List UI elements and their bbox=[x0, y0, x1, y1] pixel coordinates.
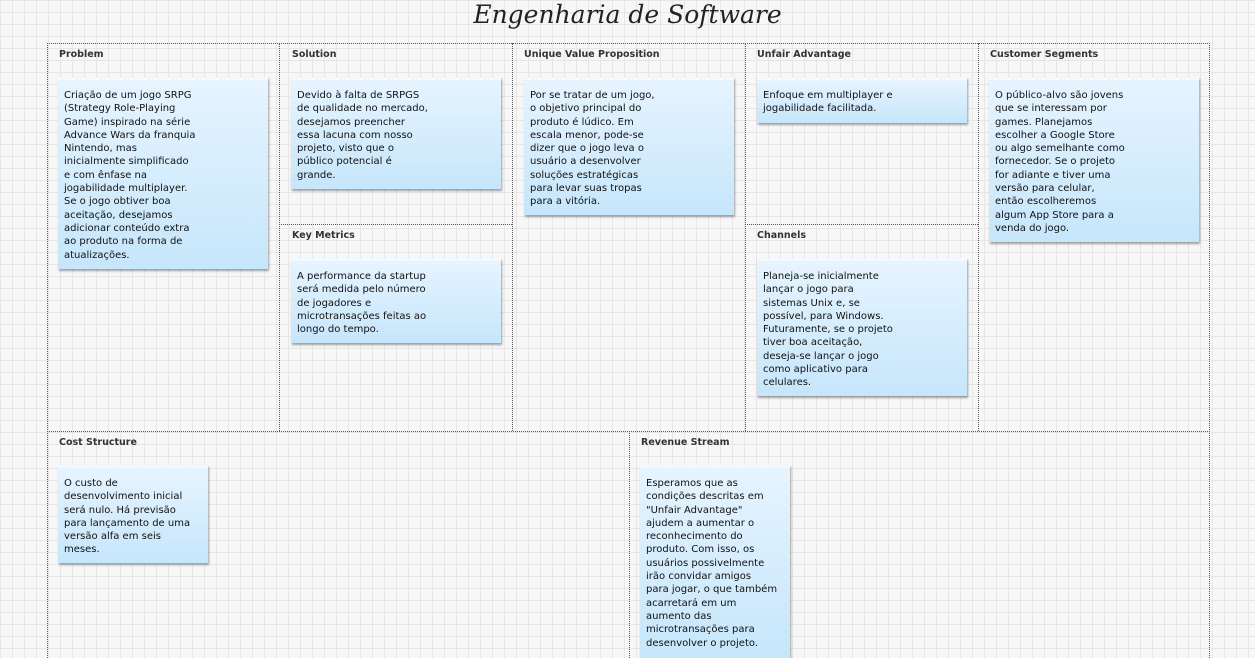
sticky-note-solution[interactable]: Devido à falta de SRPGS de qualidade no … bbox=[291, 77, 501, 189]
sticky-note-cost-structure[interactable]: O custo de desenvolvimento inicial será … bbox=[58, 465, 208, 563]
section-title-channels: Channels bbox=[757, 230, 807, 241]
sticky-note-channels[interactable]: Planeja-se inicialmente lançar o jogo pa… bbox=[757, 258, 967, 396]
divider-advantage-channels bbox=[745, 224, 978, 225]
section-title-solution: Solution bbox=[292, 49, 337, 60]
sticky-note-customer-segments[interactable]: O público-alvo são jovens que se interes… bbox=[989, 77, 1199, 242]
section-title-problem: Problem bbox=[59, 49, 104, 60]
divider-problem-solution bbox=[279, 43, 280, 431]
board-title: Engenharia de Software bbox=[473, 0, 782, 29]
divider-solution-metrics bbox=[279, 224, 512, 225]
section-title-key-metrics: Key Metrics bbox=[292, 230, 355, 241]
sticky-note-revenue-stream[interactable]: Esperamos que as condições descritas em … bbox=[640, 465, 790, 658]
sticky-note-key-metrics[interactable]: A performance da startup será medida pel… bbox=[291, 258, 501, 343]
section-title-unique-value-proposition: Unique Value Proposition bbox=[524, 49, 660, 60]
divider-advantage-segments bbox=[978, 43, 979, 431]
divider-cost-revenue bbox=[629, 431, 630, 658]
divider-uvp-advantage bbox=[745, 43, 746, 431]
section-title-revenue-stream: Revenue Stream bbox=[641, 437, 730, 448]
section-title-customer-segments: Customer Segments bbox=[990, 49, 1099, 60]
divider-solution-uvp bbox=[512, 43, 513, 431]
sticky-note-problem[interactable]: Criação de um jogo SRPG (Strategy Role-P… bbox=[58, 77, 268, 269]
section-title-unfair-advantage: Unfair Advantage bbox=[757, 49, 851, 60]
section-title-cost-structure: Cost Structure bbox=[59, 437, 137, 448]
sticky-note-unique-value-proposition[interactable]: Por se tratar de um jogo, o objetivo pri… bbox=[524, 77, 734, 215]
sticky-note-unfair-advantage[interactable]: Enfoque em multiplayer e jogabilidade fa… bbox=[757, 77, 967, 123]
